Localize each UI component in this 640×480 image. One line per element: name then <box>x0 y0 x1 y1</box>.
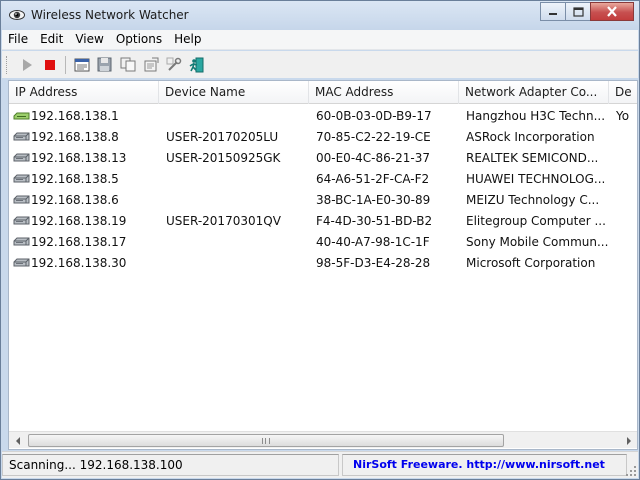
menu-edit[interactable]: Edit <box>34 30 69 50</box>
start-scan-button[interactable] <box>15 54 38 76</box>
options-button[interactable] <box>162 54 185 76</box>
cell-device-name: USER-20170301QV <box>166 214 281 228</box>
close-button[interactable] <box>590 2 634 21</box>
cell-adapter-company: Elitegroup Computer ... <box>466 214 606 228</box>
cell-mac-address: 38-BC-1A-E0-30-89 <box>316 193 431 207</box>
computer-icon <box>13 215 30 227</box>
computer-icon <box>13 257 30 269</box>
column-network-adapter-company[interactable]: Network Adapter Co... <box>459 81 609 104</box>
app-window: Wireless Network Watcher File Edit View … <box>0 0 640 480</box>
cell-adapter-company: Hangzhou H3C Techn... <box>466 109 606 123</box>
scan-status: Scanning... 192.168.138.100 <box>2 454 339 476</box>
column-device-info[interactable]: De <box>609 81 637 104</box>
menu-file[interactable]: File <box>2 30 34 50</box>
table-row[interactable]: 192.168.138.1 60-0B-03-0D-B9-17 Hangzhou… <box>9 106 637 127</box>
arrow-left-icon <box>15 436 20 445</box>
exit-button[interactable] <box>185 54 208 76</box>
table-row[interactable]: 192.168.138.13 USER-20150925GK 00-E0-4C-… <box>9 148 637 169</box>
toolbar-separator <box>65 55 66 74</box>
computer-icon <box>13 152 30 164</box>
stop-scan-button[interactable] <box>38 54 61 76</box>
nirsoft-link[interactable]: NirSoft Freeware. http://www.nirsoft.net <box>342 454 627 476</box>
menu-options[interactable]: Options <box>110 30 168 50</box>
column-device-name[interactable]: Device Name <box>159 81 309 104</box>
cell-mac-address: 00-E0-4C-86-21-37 <box>316 151 430 165</box>
cell-device-name: USER-20170205LU <box>166 130 279 144</box>
maximize-button[interactable] <box>565 2 591 21</box>
router-icon <box>13 110 30 122</box>
minimize-button[interactable] <box>540 2 566 21</box>
arrow-right-icon <box>626 436 631 445</box>
cell-device-name: USER-20150925GK <box>166 151 281 165</box>
cell-ip-address: 192.168.138.5 <box>31 172 119 186</box>
scrollbar-thumb[interactable] <box>28 434 504 447</box>
cell-ip-address: 192.168.138.30 <box>31 256 127 270</box>
properties-button[interactable] <box>139 54 162 76</box>
cell-mac-address: 70-85-C2-22-19-CE <box>316 130 431 144</box>
cell-mac-address: 64-A6-51-2F-CA-F2 <box>316 172 430 186</box>
scroll-right-button[interactable] <box>620 432 637 449</box>
exit-icon <box>189 57 203 72</box>
save-button[interactable] <box>93 54 116 76</box>
table-row[interactable]: 192.168.138.19 USER-20170301QV F4-4D-30-… <box>9 211 637 232</box>
cell-ip-address: 192.168.138.19 <box>31 214 127 228</box>
start-scan-icon <box>22 58 32 71</box>
computer-icon <box>13 173 30 185</box>
minimize-icon <box>549 12 557 15</box>
table-row[interactable]: 192.168.138.17 40-40-A7-98-1C-1F Sony Mo… <box>9 232 637 253</box>
html-report-icon <box>74 58 89 71</box>
eye-icon <box>9 7 25 23</box>
cell-adapter-company: ASRock Incorporation <box>466 130 595 144</box>
device-list[interactable]: IP Address Device Name MAC Address Netwo… <box>8 80 638 450</box>
caption-buttons <box>540 2 634 22</box>
cell-mac-address: 40-40-A7-98-1C-1F <box>316 235 430 249</box>
table-row[interactable]: 192.168.138.8 USER-20170205LU 70-85-C2-2… <box>9 127 637 148</box>
cell-adapter-company: HUAWEI TECHNOLOG... <box>466 172 606 186</box>
column-mac-address[interactable]: MAC Address <box>309 81 459 104</box>
cell-mac-address: 60-0B-03-0D-B9-17 <box>316 109 432 123</box>
cell-ip-address: 192.168.138.1 <box>31 109 119 123</box>
column-ip-address[interactable]: IP Address <box>9 81 159 104</box>
table-row[interactable]: 192.168.138.30 98-5F-D3-E4-28-28 Microso… <box>9 253 637 274</box>
table-row[interactable]: 192.168.138.6 38-BC-1A-E0-30-89 MEIZU Te… <box>9 190 637 211</box>
window-title: Wireless Network Watcher <box>31 8 189 22</box>
cell-mac-address: F4-4D-30-51-BD-B2 <box>316 214 433 228</box>
horizontal-scrollbar[interactable] <box>9 431 637 448</box>
column-header: IP Address Device Name MAC Address Netwo… <box>9 81 637 104</box>
cell-ip-address: 192.168.138.6 <box>31 193 119 207</box>
cell-ip-address: 192.168.138.17 <box>31 235 127 249</box>
cell-adapter-company: REALTEK SEMICOND... <box>466 151 599 165</box>
toolbar <box>2 51 638 78</box>
scroll-left-button[interactable] <box>9 432 26 449</box>
cell-ip-address: 192.168.138.13 <box>31 151 127 165</box>
table-row[interactable]: 192.168.138.5 64-A6-51-2F-CA-F2 HUAWEI T… <box>9 169 637 190</box>
device-rows: 192.168.138.1 60-0B-03-0D-B9-17 Hangzhou… <box>9 106 637 274</box>
cell-mac-address: 98-5F-D3-E4-28-28 <box>316 256 431 270</box>
maximize-icon <box>572 6 584 17</box>
title-bar[interactable]: Wireless Network Watcher <box>1 1 639 30</box>
resize-grip-icon[interactable] <box>625 465 637 477</box>
computer-icon <box>13 131 30 143</box>
computer-icon <box>13 194 30 206</box>
cell-ip-address: 192.168.138.8 <box>31 130 119 144</box>
scrollbar-grip <box>262 438 270 444</box>
menu-view[interactable]: View <box>69 30 109 50</box>
properties-icon <box>144 57 158 72</box>
status-bar: Scanning... 192.168.138.100 NirSoft Free… <box>2 451 638 478</box>
copy-icon <box>120 57 135 72</box>
cell-adapter-company: MEIZU Technology C... <box>466 193 600 207</box>
cell-device-info: Yo <box>616 109 630 123</box>
cell-adapter-company: Microsoft Corporation <box>466 256 596 270</box>
options-icon <box>166 57 181 71</box>
computer-icon <box>13 236 30 248</box>
stop-scan-icon <box>44 59 55 70</box>
cell-adapter-company: Sony Mobile Commun... <box>466 235 609 249</box>
toolbar-grip[interactable] <box>6 55 9 74</box>
save-icon <box>97 57 112 72</box>
menu-bar: File Edit View Options Help <box>2 30 638 50</box>
menu-help[interactable]: Help <box>168 30 207 50</box>
close-icon <box>607 6 617 17</box>
html-report-button[interactable] <box>70 54 93 76</box>
copy-button[interactable] <box>116 54 139 76</box>
